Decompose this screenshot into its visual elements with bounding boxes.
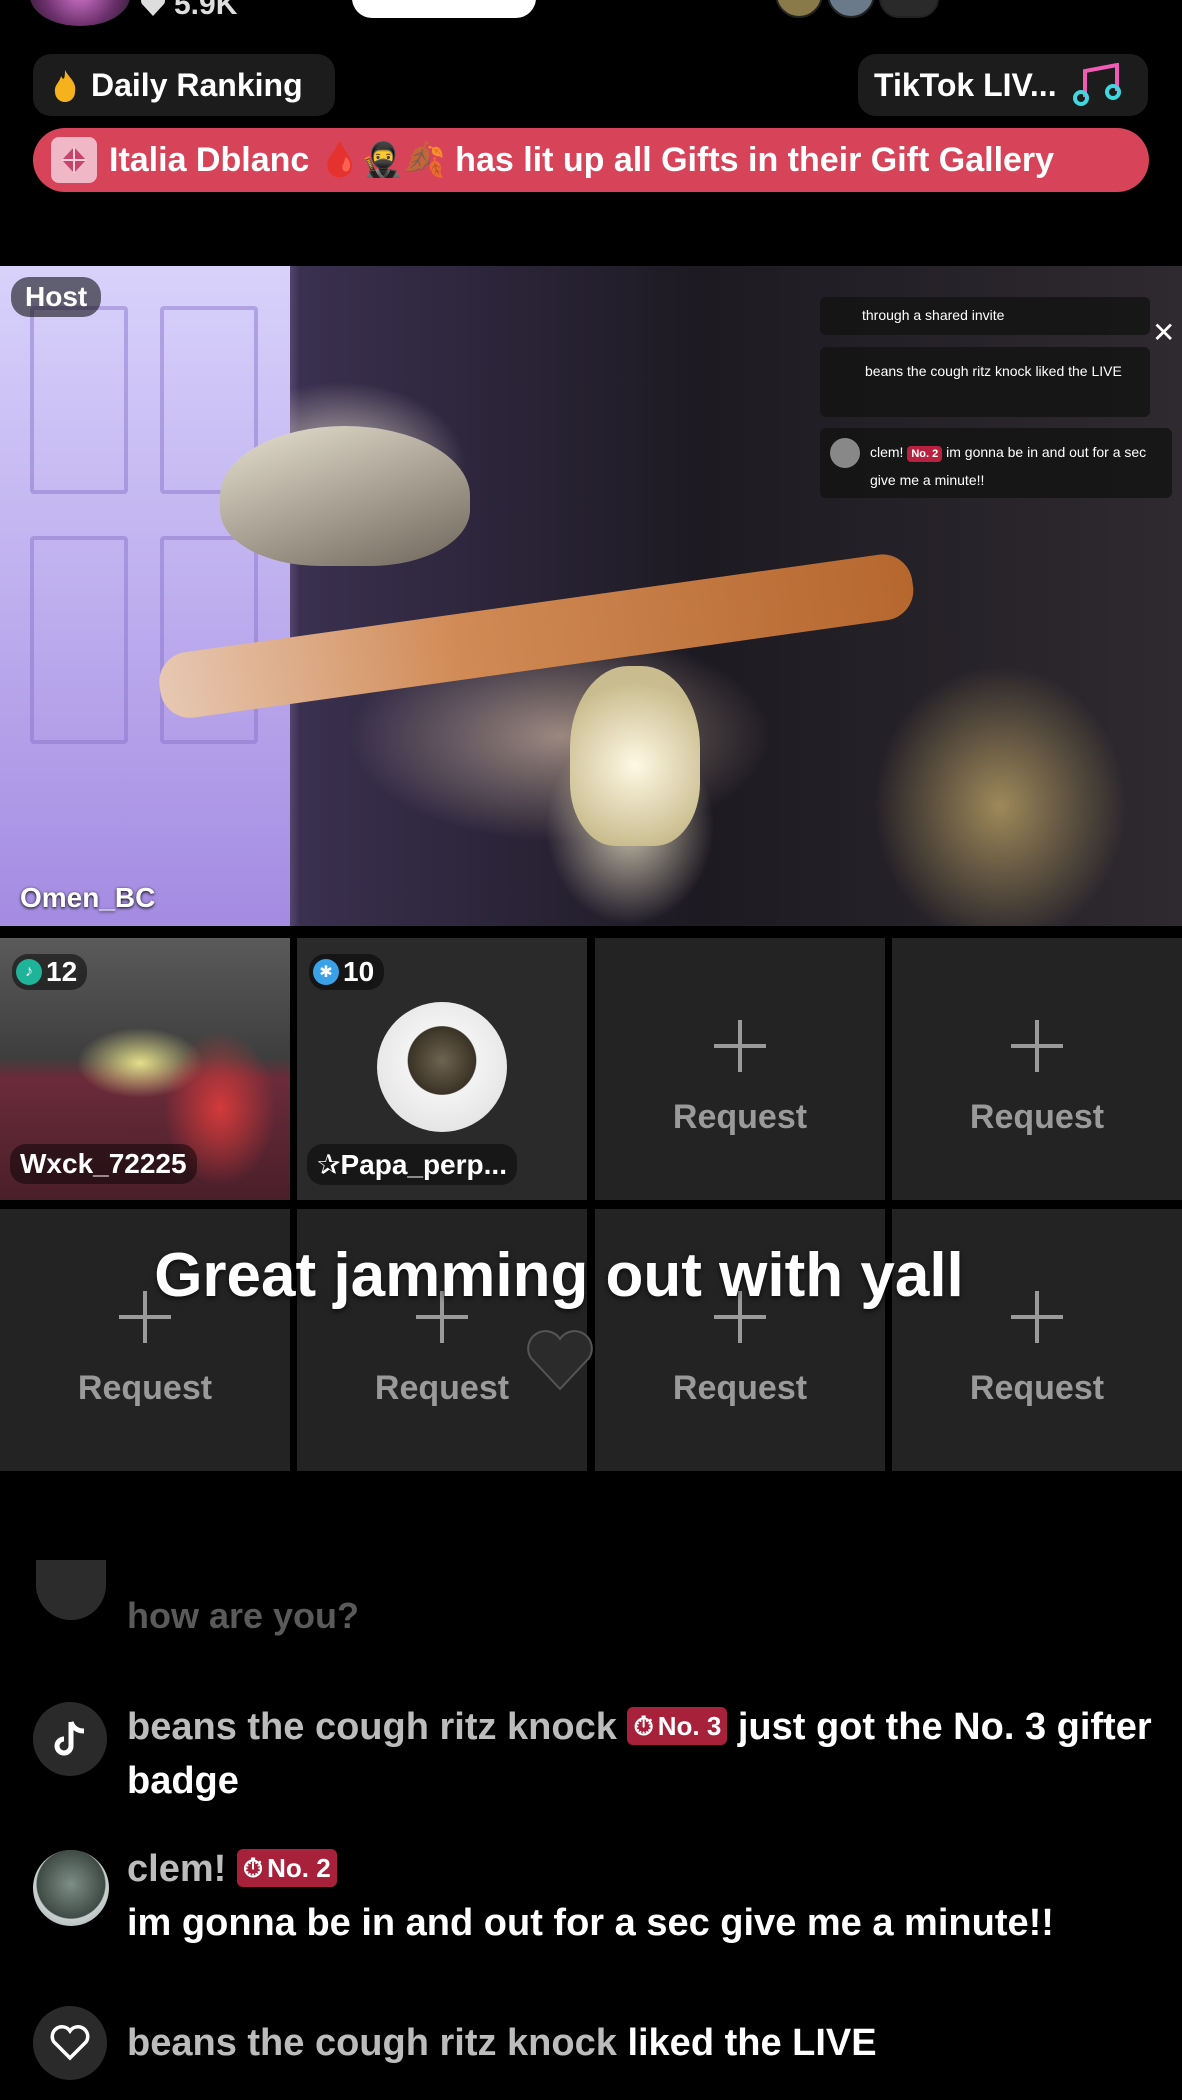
flame-icon bbox=[54, 70, 76, 102]
request-label: Request bbox=[77, 1369, 213, 1407]
daily-ranking-chip[interactable]: Daily Ranking bbox=[33, 54, 335, 116]
tiktok-live-label: TikTok LIV... bbox=[874, 66, 1057, 103]
stream-caption: Great jamming out with yall bbox=[154, 1241, 964, 1310]
plus-icon bbox=[1011, 1020, 1063, 1072]
mini-chat-line: clem! No. 2 im gonna be in and out for a… bbox=[820, 428, 1172, 498]
request-label: Request bbox=[672, 1098, 808, 1136]
request-label: Request bbox=[672, 1369, 808, 1407]
guest-tile[interactable]: ✱ 10 ✰Papa_perp... bbox=[297, 938, 587, 1200]
host-badge: Host bbox=[11, 277, 102, 317]
heart-icon bbox=[140, 0, 166, 16]
tiktok-icon bbox=[33, 1702, 107, 1776]
comment-text: im gonna be in and out for a sec give me… bbox=[127, 1902, 1054, 1944]
host-avatar[interactable] bbox=[30, 0, 130, 26]
gem-icon bbox=[51, 137, 97, 183]
gifter-badge: ⏱ No. 3 bbox=[627, 1707, 728, 1745]
comment-item: beans the cough ritz knock ⏱ No. 3 just g… bbox=[127, 1700, 1157, 1808]
request-label: Request bbox=[969, 1369, 1105, 1407]
horned-mask bbox=[220, 426, 470, 566]
close-icon[interactable]: ✕ bbox=[1152, 316, 1175, 349]
likes-value: 5.9K bbox=[174, 0, 238, 21]
request-slot[interactable]: Request bbox=[595, 938, 885, 1200]
guest-name: Wxck_72225 bbox=[10, 1144, 197, 1184]
viewer-avatar[interactable] bbox=[775, 0, 823, 18]
comment-user[interactable]: beans the cough ritz knock bbox=[127, 2022, 617, 2064]
host-name[interactable]: Omen_BC bbox=[20, 882, 155, 914]
gift-gallery-banner[interactable]: Italia Dblanc 🩸🥷🍂 has lit up all Gifts i… bbox=[33, 128, 1149, 192]
avatar[interactable] bbox=[36, 1560, 106, 1620]
guest-name: ✰Papa_perp... bbox=[307, 1144, 517, 1185]
comment-user[interactable]: beans the cough ritz knock bbox=[127, 1706, 617, 1748]
guest-score: ♪ 12 bbox=[12, 954, 88, 990]
top-viewers[interactable] bbox=[775, 0, 939, 18]
avatar bbox=[830, 438, 860, 468]
comment-item: beans the cough ritz knock liked the LIV… bbox=[127, 2016, 1157, 2070]
skull-figure bbox=[570, 666, 700, 846]
plus-icon bbox=[714, 1020, 766, 1072]
comment-text: how are you? bbox=[127, 1595, 360, 1636]
comment-user[interactable]: clem! bbox=[127, 1848, 226, 1890]
stopwatch-icon: ⏱ bbox=[633, 1711, 654, 1741]
stopwatch-icon: ⏱ bbox=[242, 1853, 264, 1883]
heart-icon bbox=[527, 1330, 593, 1391]
daily-ranking-label: Daily Ranking bbox=[91, 66, 303, 103]
guest-tile[interactable]: ♪ 12 Wxck_72225 bbox=[0, 938, 290, 1200]
mini-chat-line: through a shared invite bbox=[820, 297, 1150, 335]
viewer-avatar[interactable] bbox=[827, 0, 875, 18]
request-label: Request bbox=[969, 1098, 1105, 1136]
door-backdrop bbox=[0, 266, 290, 926]
gifter-badge: ⏱ No. 2 bbox=[236, 1849, 337, 1887]
comment-text: liked the LIVE bbox=[627, 2022, 877, 2064]
tiktok-live-chip[interactable]: TikTok LIV... bbox=[858, 54, 1148, 116]
likes-count: 5.9K bbox=[140, 0, 237, 22]
mini-chat-line: beans the cough ritz knock liked the LIV… bbox=[820, 347, 1150, 417]
guest-score: ✱ 10 bbox=[309, 954, 385, 990]
comment-item: clem! ⏱ No. 2 im gonna be in and out for … bbox=[127, 1842, 1157, 1950]
music-note-icon bbox=[1072, 63, 1121, 106]
music-note-icon: ♪ bbox=[16, 959, 42, 985]
avatar[interactable] bbox=[33, 1850, 109, 1926]
viewer-count[interactable] bbox=[879, 0, 939, 18]
snowflake-icon: ✱ bbox=[313, 959, 339, 985]
heart-outline-icon bbox=[33, 2006, 107, 2080]
banner-text: Italia Dblanc 🩸🥷🍂 has lit up all Gifts i… bbox=[109, 141, 1055, 179]
follow-button[interactable] bbox=[352, 0, 536, 18]
avatar bbox=[377, 1002, 507, 1132]
request-slot[interactable]: Request bbox=[892, 938, 1182, 1200]
